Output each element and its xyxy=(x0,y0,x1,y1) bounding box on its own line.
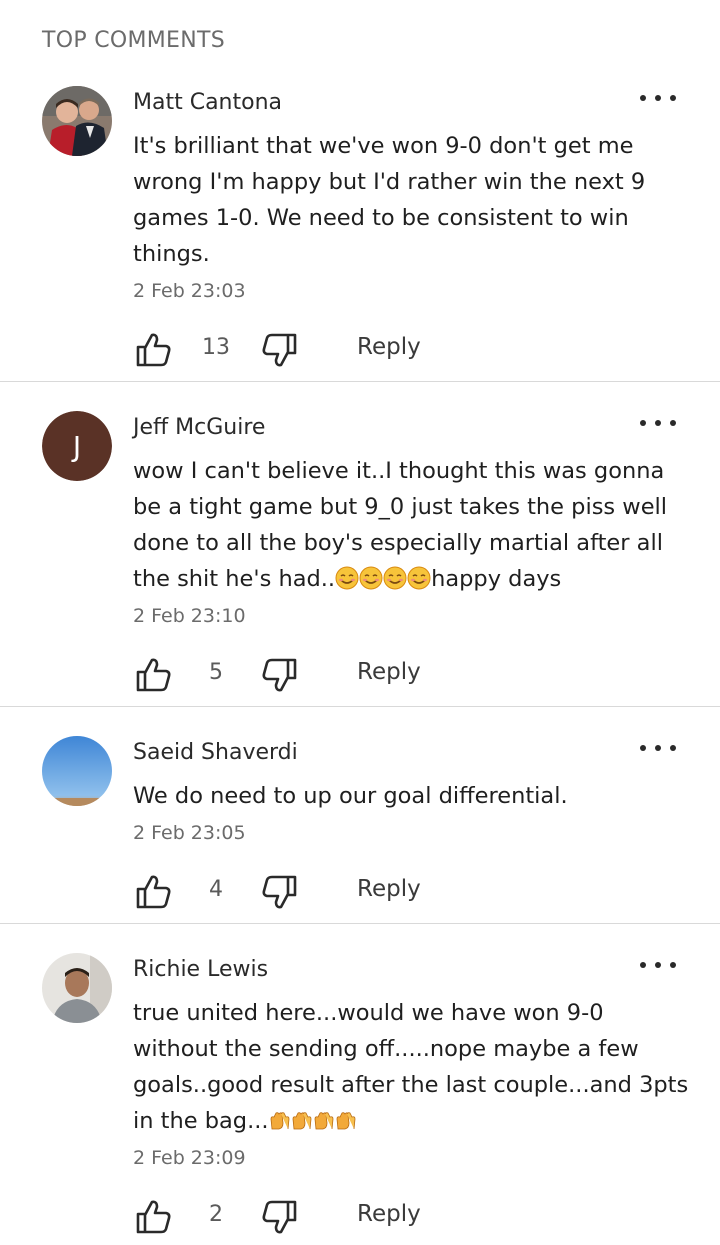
more-options-icon[interactable] xyxy=(638,413,678,433)
section-title: TOP COMMENTS xyxy=(42,28,226,53)
comment-text: wow I can't believe it..I thought this w… xyxy=(133,453,693,597)
thumbs-down-icon[interactable] xyxy=(260,655,300,695)
reply-button[interactable]: Reply xyxy=(357,1201,421,1227)
thumbs-down-icon[interactable] xyxy=(260,330,300,370)
avatar[interactable] xyxy=(42,86,112,156)
reply-button[interactable]: Reply xyxy=(357,876,421,902)
more-options-icon[interactable] xyxy=(638,738,678,758)
comment-actions: 13 Reply xyxy=(0,330,720,370)
comment-author[interactable]: Richie Lewis xyxy=(133,957,268,982)
smiling-face-emoji xyxy=(359,566,383,590)
comment-author[interactable]: Matt Cantona xyxy=(133,90,282,115)
thumbs-up-icon[interactable] xyxy=(133,872,173,912)
divider xyxy=(0,381,720,382)
comment-timestamp: 2 Feb 23:09 xyxy=(133,1147,246,1169)
like-count: 5 xyxy=(209,660,223,685)
like-count: 2 xyxy=(209,1202,223,1227)
reply-button[interactable]: Reply xyxy=(357,334,421,360)
avatar-letter: J xyxy=(42,411,112,481)
clapping-hands-emoji xyxy=(336,1112,355,1130)
comment-timestamp: 2 Feb 23:05 xyxy=(133,822,246,844)
smiling-face-emoji xyxy=(407,566,431,590)
comment-timestamp: 2 Feb 23:03 xyxy=(133,280,246,302)
thumbs-down-icon[interactable] xyxy=(260,1197,300,1237)
clapping-hands-emoji xyxy=(314,1112,333,1130)
comment-actions: 5 Reply xyxy=(0,655,720,695)
thumbs-up-icon[interactable] xyxy=(133,330,173,370)
thumbs-down-icon[interactable] xyxy=(260,872,300,912)
smiling-face-emoji xyxy=(383,566,407,590)
divider xyxy=(0,706,720,707)
like-count: 13 xyxy=(202,335,230,360)
comment-text-part: happy days xyxy=(431,566,562,592)
thumbs-up-icon[interactable] xyxy=(133,655,173,695)
comment-text: We do need to up our goal differential. xyxy=(133,783,568,809)
divider xyxy=(0,923,720,924)
more-options-icon[interactable] xyxy=(638,955,678,975)
more-options-icon[interactable] xyxy=(638,88,678,108)
reply-button[interactable]: Reply xyxy=(357,659,421,685)
comment-actions: 4 Reply xyxy=(0,872,720,912)
thumbs-up-icon[interactable] xyxy=(133,1197,173,1237)
smiling-face-emoji xyxy=(335,566,359,590)
avatar[interactable] xyxy=(42,953,112,1023)
clapping-hands-emoji xyxy=(292,1112,311,1130)
clapping-hands-emoji xyxy=(270,1112,289,1130)
comment-actions: 2 Reply xyxy=(0,1197,720,1237)
avatar[interactable] xyxy=(42,736,112,806)
comment-text: It's brilliant that we've won 9-0 don't … xyxy=(133,133,646,267)
comment-author[interactable]: Saeid Shaverdi xyxy=(133,740,298,765)
comment-text-part: true united here...would we have won 9-0… xyxy=(133,1000,689,1134)
avatar[interactable]: J xyxy=(42,411,112,481)
comment-author[interactable]: Jeff McGuire xyxy=(133,415,265,440)
comment-timestamp: 2 Feb 23:10 xyxy=(133,605,246,627)
like-count: 4 xyxy=(209,877,223,902)
comment-text: true united here...would we have won 9-0… xyxy=(133,995,693,1139)
